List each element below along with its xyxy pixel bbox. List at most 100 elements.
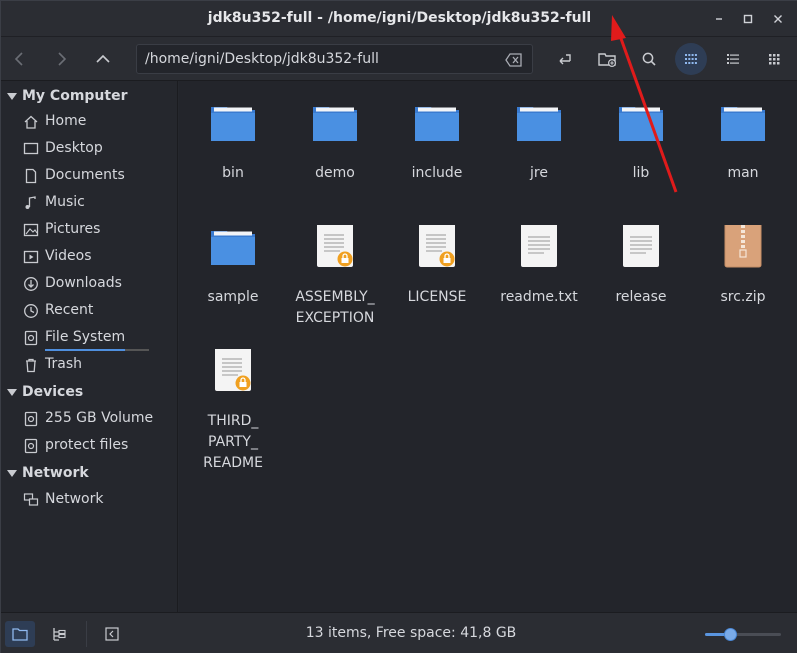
sidebar-item-label: Desktop [45, 140, 103, 156]
compact-view-icon [769, 54, 780, 65]
clear-path-button[interactable] [504, 50, 524, 70]
tree-icon [53, 628, 66, 641]
folder-sidebar-icon [12, 628, 28, 641]
file-name: release [615, 289, 667, 305]
minimize-icon [716, 18, 722, 20]
status-bar: 13 items, Free space: 41,8 GB [1, 612, 797, 653]
search-button[interactable] [633, 43, 665, 75]
up-button[interactable] [87, 43, 119, 75]
disk-usage-bar-remaining [125, 349, 149, 351]
separator [86, 621, 87, 647]
search-icon [642, 52, 656, 66]
title-bar[interactable]: jdk8u352-full - /home/igni/Desktop/jdk8u… [1, 1, 797, 37]
disk-usage-bar [45, 349, 125, 351]
close-icon [774, 15, 782, 23]
file-name: sample [207, 289, 259, 305]
sidebar-item-label: Trash [45, 356, 82, 372]
drive-icon [24, 411, 38, 427]
places-sidebar: My Computer Home Desktop Documents Music… [1, 81, 178, 612]
sidebar-item-label: Music [45, 194, 85, 210]
drive-icon [24, 330, 38, 346]
icon-view-button[interactable] [675, 43, 707, 75]
close-button[interactable] [768, 9, 788, 29]
text-file-icon [521, 225, 557, 267]
back-icon [14, 52, 23, 66]
file-name: jre [530, 165, 548, 181]
new-folder-button[interactable] [591, 43, 623, 75]
maximize-icon [743, 14, 753, 24]
recent-icon [24, 304, 38, 318]
section-my-computer[interactable]: My Computer [7, 88, 128, 104]
folder-icon [211, 231, 255, 265]
sidebar-item-label: protect files [45, 437, 129, 453]
sidebar-item-label: Home [45, 113, 87, 129]
file-name: lib [632, 165, 650, 181]
swap-icon [559, 54, 571, 65]
file-grid: bin demo include jre lib man sample ASSE… [179, 81, 797, 612]
folder-icon [313, 107, 357, 141]
file-name: demo [315, 165, 355, 181]
sidebar-item-label: Downloads [45, 275, 122, 291]
file-name: bin [222, 165, 244, 181]
expand-triangle-icon[interactable] [7, 388, 17, 396]
section-network[interactable]: Network [7, 465, 89, 481]
forward-icon [58, 52, 67, 66]
hide-sidebar-button[interactable] [97, 621, 127, 647]
folder-icon [619, 107, 663, 141]
drive-icon [24, 438, 38, 454]
sidebar-item-label: Recent [45, 302, 94, 318]
section-devices[interactable]: Devices [7, 384, 83, 400]
file-name: include [411, 165, 463, 181]
forward-button[interactable] [45, 43, 77, 75]
trash-icon [26, 358, 36, 373]
section-label: My Computer [22, 88, 128, 104]
toolbar: /home/igni/Desktop/jdk8u352-full [1, 37, 797, 81]
downloads-icon [24, 277, 38, 291]
sidebar-item-label: Videos [45, 248, 92, 264]
zoom-slider-handle[interactable] [724, 628, 737, 641]
up-icon [96, 54, 110, 63]
locked-text-file-icon [419, 225, 455, 267]
network-icon [23, 493, 39, 506]
folder-icon [517, 107, 561, 141]
path-text[interactable]: /home/igni/Desktop/jdk8u352-full [145, 51, 379, 67]
sidebar-item-label: File System [45, 329, 126, 345]
videos-icon [23, 250, 39, 264]
show-places-button[interactable] [5, 621, 35, 647]
sidebar-toggle-icon [105, 627, 119, 641]
clear-text-icon [505, 53, 522, 67]
file-manager-window: jdk8u352-full - /home/igni/Desktop/jdk8u… [0, 0, 797, 653]
expand-triangle-icon[interactable] [7, 92, 17, 100]
icon-view-icon [685, 54, 697, 64]
list-view-button[interactable] [717, 43, 749, 75]
new-folder-icon [598, 53, 617, 68]
sidebar-item-label: 255 GB Volume [45, 410, 154, 426]
music-icon [25, 196, 36, 209]
pictures-icon [23, 223, 39, 237]
maximize-button[interactable] [738, 9, 758, 29]
archive-file-icon [724, 225, 762, 268]
file-name: THIRD_ PARTY_ README [203, 413, 263, 471]
list-view-icon [727, 54, 739, 64]
status-text: 13 items, Free space: 41,8 GB [305, 625, 517, 641]
sidebar-item-label: Documents [45, 167, 125, 183]
documents-icon [25, 168, 37, 184]
file-name: ASSEMBLY_ EXCEPTION [295, 289, 375, 326]
file-name: man [727, 165, 759, 181]
file-name: LICENSE [407, 289, 467, 305]
folder-icon [211, 107, 255, 141]
show-tree-button[interactable] [45, 621, 75, 647]
locked-text-file-icon [317, 225, 353, 267]
compact-view-button[interactable] [759, 43, 791, 75]
sidebar-item-label: Network [45, 491, 104, 507]
back-button[interactable] [4, 43, 36, 75]
section-label: Devices [22, 384, 84, 400]
zoom-slider[interactable] [705, 628, 781, 641]
file-name: src.zip [720, 289, 766, 305]
expand-triangle-icon[interactable] [7, 469, 17, 477]
location-bar[interactable]: /home/igni/Desktop/jdk8u352-full [136, 44, 533, 74]
text-file-icon [623, 225, 659, 267]
swap-button[interactable] [549, 43, 581, 75]
section-label: Network [22, 465, 89, 481]
minimize-button[interactable] [709, 9, 729, 29]
